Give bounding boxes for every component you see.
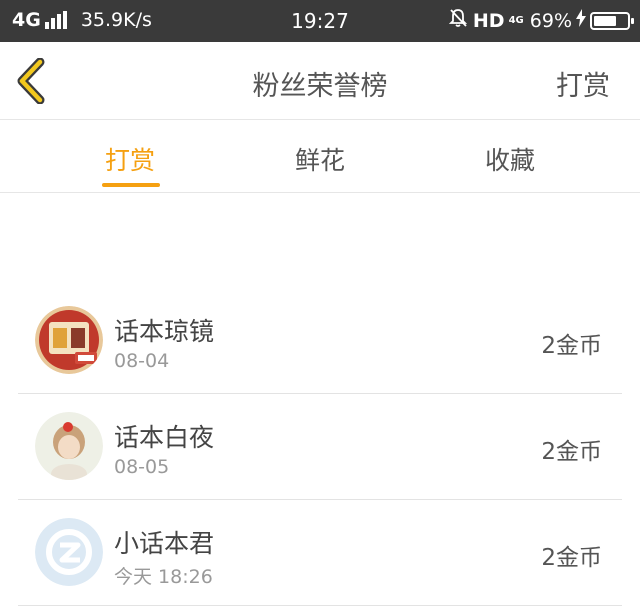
default-avatar-icon[interactable] bbox=[35, 518, 103, 586]
user-name: 小话本君 bbox=[114, 529, 215, 558]
battery-percent: 69% bbox=[529, 9, 572, 32]
reward-amount: 2金币 bbox=[541, 545, 602, 571]
title-bar: 粉丝荣誉榜 打赏 bbox=[0, 42, 640, 120]
list-item[interactable]: 话本白夜 08-05 2金币 bbox=[18, 394, 622, 500]
charging-icon bbox=[576, 9, 586, 32]
tab-label: 鲜花 bbox=[294, 146, 345, 175]
battery-icon bbox=[590, 11, 634, 30]
reward-date: 08-04 bbox=[114, 350, 170, 372]
tab-favorites[interactable]: 收藏 bbox=[410, 121, 610, 193]
reward-amount: 2金币 bbox=[541, 333, 602, 359]
hd-label: HD bbox=[472, 9, 505, 32]
tab-label: 打赏 bbox=[104, 146, 155, 175]
user-name: 话本琼镜 bbox=[114, 317, 215, 346]
reward-amount: 2金币 bbox=[541, 439, 602, 465]
tab-reward[interactable]: 打赏 bbox=[30, 121, 230, 193]
bell-muted-icon bbox=[448, 8, 468, 33]
tab-label: 收藏 bbox=[484, 146, 535, 175]
girl-avatar-icon[interactable] bbox=[35, 412, 103, 480]
book-avatar-icon[interactable] bbox=[35, 306, 103, 374]
reward-date: 今天 18:26 bbox=[114, 566, 213, 588]
network-small-label: 4G bbox=[508, 14, 524, 26]
active-tab-indicator bbox=[102, 183, 160, 187]
battery-fill bbox=[594, 15, 617, 26]
tab-flowers[interactable]: 鲜花 bbox=[220, 121, 420, 193]
status-right: HD 4G 69% bbox=[448, 8, 634, 33]
status-bar: 4G 35.9K/s 19:27 HD 4G 69% bbox=[0, 0, 640, 42]
list-item[interactable]: 小话本君 今天 18:26 2金币 bbox=[18, 500, 622, 606]
reward-button[interactable]: 打赏 bbox=[556, 64, 610, 103]
user-name: 话本白夜 bbox=[114, 423, 215, 452]
list-item[interactable]: 话本琼镜 08-04 2金币 bbox=[18, 288, 622, 394]
page-title: 粉丝荣誉榜 bbox=[252, 71, 388, 102]
reward-date: 08-05 bbox=[114, 456, 170, 478]
tab-bar: 打赏 鲜花 收藏 bbox=[0, 121, 640, 193]
fan-list: 话本琼镜 08-04 2金币 话本白夜 08-05 2金币 小话本君 今天 18… bbox=[18, 288, 622, 606]
